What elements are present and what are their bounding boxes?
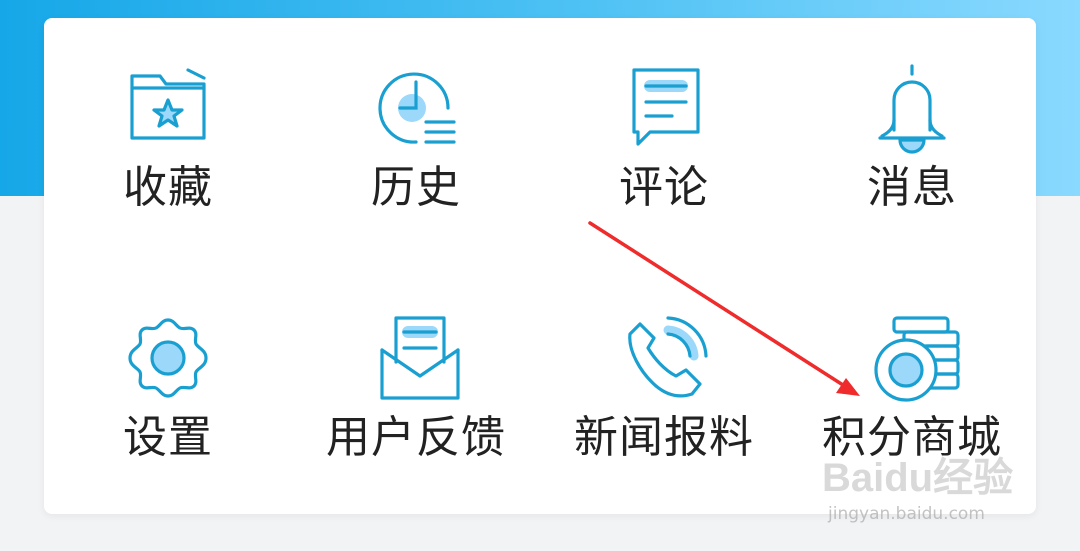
feedback-envelope-icon	[368, 310, 464, 406]
favorites-folder-star-icon	[120, 60, 216, 156]
menu-item-label: 新闻报料	[574, 412, 754, 463]
menu-item-messages[interactable]: 消息	[788, 18, 1036, 258]
menu-item-comments[interactable]: 评论	[540, 18, 788, 258]
menu-item-label: 积分商城	[822, 412, 1002, 463]
history-clock-icon	[368, 60, 464, 156]
points-mall-coins-icon	[864, 310, 960, 406]
menu-item-label: 设置	[123, 412, 213, 463]
settings-gear-icon	[120, 310, 216, 406]
menu-item-favorites[interactable]: 收藏	[44, 18, 292, 258]
menu-item-feedback[interactable]: 用户反馈	[292, 268, 540, 508]
menu-card: 收藏 历史 评论 消息 设置 用户反馈 新闻报料 积分商城	[44, 18, 1036, 514]
menu-item-label: 评论	[619, 162, 709, 213]
menu-item-history[interactable]: 历史	[292, 18, 540, 258]
menu-item-news-tips[interactable]: 新闻报料	[540, 268, 788, 508]
message-bell-icon	[864, 60, 960, 156]
news-tip-phone-icon	[616, 310, 712, 406]
menu-item-settings[interactable]: 设置	[44, 268, 292, 508]
menu-item-label: 消息	[867, 162, 957, 213]
menu-item-label: 用户反馈	[326, 412, 506, 463]
comment-bubble-icon	[616, 60, 712, 156]
menu-item-label: 历史	[371, 162, 461, 213]
menu-item-label: 收藏	[123, 162, 213, 213]
menu-item-points-mall[interactable]: 积分商城	[788, 268, 1036, 508]
